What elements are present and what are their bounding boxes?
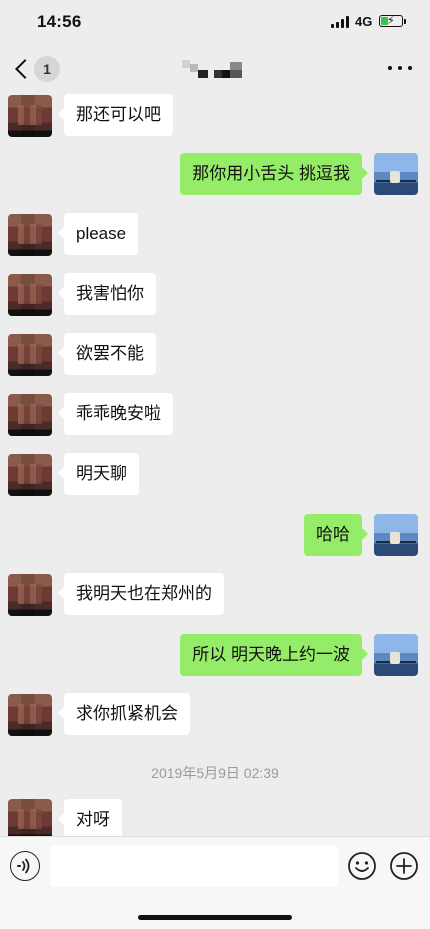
incoming-message-bubble[interactable]: 乖乖晚安啦	[58, 393, 173, 435]
contact-avatar[interactable]	[8, 694, 52, 736]
network-type: 4G	[355, 14, 373, 29]
home-indicator	[138, 915, 292, 920]
self-avatar[interactable]	[374, 153, 418, 195]
chevron-left-icon	[15, 59, 35, 79]
message-list[interactable]: 那还可以吧 那你用小舌头 挑逗我 please 我害怕你 欲罢不能 乖乖晚安啦 …	[0, 94, 430, 836]
chat-title-obscured	[182, 60, 246, 78]
contact-avatar[interactable]	[8, 454, 52, 496]
incoming-message-bubble[interactable]: 欲罢不能	[58, 333, 156, 375]
chat-nav-bar: 1	[0, 44, 430, 94]
incoming-message-bubble[interactable]: 对呀	[58, 799, 122, 836]
status-time: 14:56	[37, 12, 82, 31]
incoming-message-bubble[interactable]: 那还可以吧	[58, 94, 173, 136]
voice-button[interactable]	[10, 851, 40, 881]
unread-count-badge: 1	[34, 56, 60, 82]
self-avatar[interactable]	[374, 634, 418, 676]
contact-avatar[interactable]	[8, 799, 52, 836]
contact-avatar[interactable]	[8, 95, 52, 137]
battery-tip	[404, 19, 406, 24]
incoming-message-bubble[interactable]: 我害怕你	[58, 273, 156, 315]
outgoing-message-bubble[interactable]: 那你用小舌头 挑逗我	[180, 153, 368, 195]
incoming-message-bubble[interactable]: 求你抓紧机会	[58, 693, 190, 735]
message-timestamp: 2019年5月9日 02:39	[151, 765, 279, 781]
emoji-button[interactable]	[347, 851, 377, 881]
contact-avatar[interactable]	[8, 214, 52, 256]
incoming-message-bubble[interactable]: 我明天也在郑州的	[58, 573, 224, 615]
contact-avatar[interactable]	[8, 574, 52, 616]
contact-avatar[interactable]	[8, 334, 52, 376]
signal-icon	[331, 16, 349, 28]
status-bar: 14:56 4G ⚡	[0, 0, 430, 44]
chat-input-bar	[0, 836, 430, 929]
message-input[interactable]	[50, 845, 338, 887]
outgoing-message-bubble[interactable]: 所以 明天晚上约一波	[180, 634, 368, 676]
plus-button[interactable]	[389, 851, 419, 881]
voice-icon	[17, 858, 30, 874]
outgoing-message-bubble[interactable]: 哈哈	[304, 514, 368, 556]
battery-icon: ⚡	[379, 15, 403, 27]
plus-icon	[390, 852, 418, 880]
contact-avatar[interactable]	[8, 274, 52, 316]
emoji-icon	[348, 852, 376, 880]
back-button[interactable]: 1	[12, 54, 62, 84]
self-avatar[interactable]	[374, 514, 418, 556]
incoming-message-bubble[interactable]: 明天聊	[58, 453, 139, 495]
incoming-message-bubble[interactable]: please	[57, 213, 139, 255]
contact-avatar[interactable]	[8, 394, 52, 436]
more-button[interactable]	[386, 63, 414, 75]
